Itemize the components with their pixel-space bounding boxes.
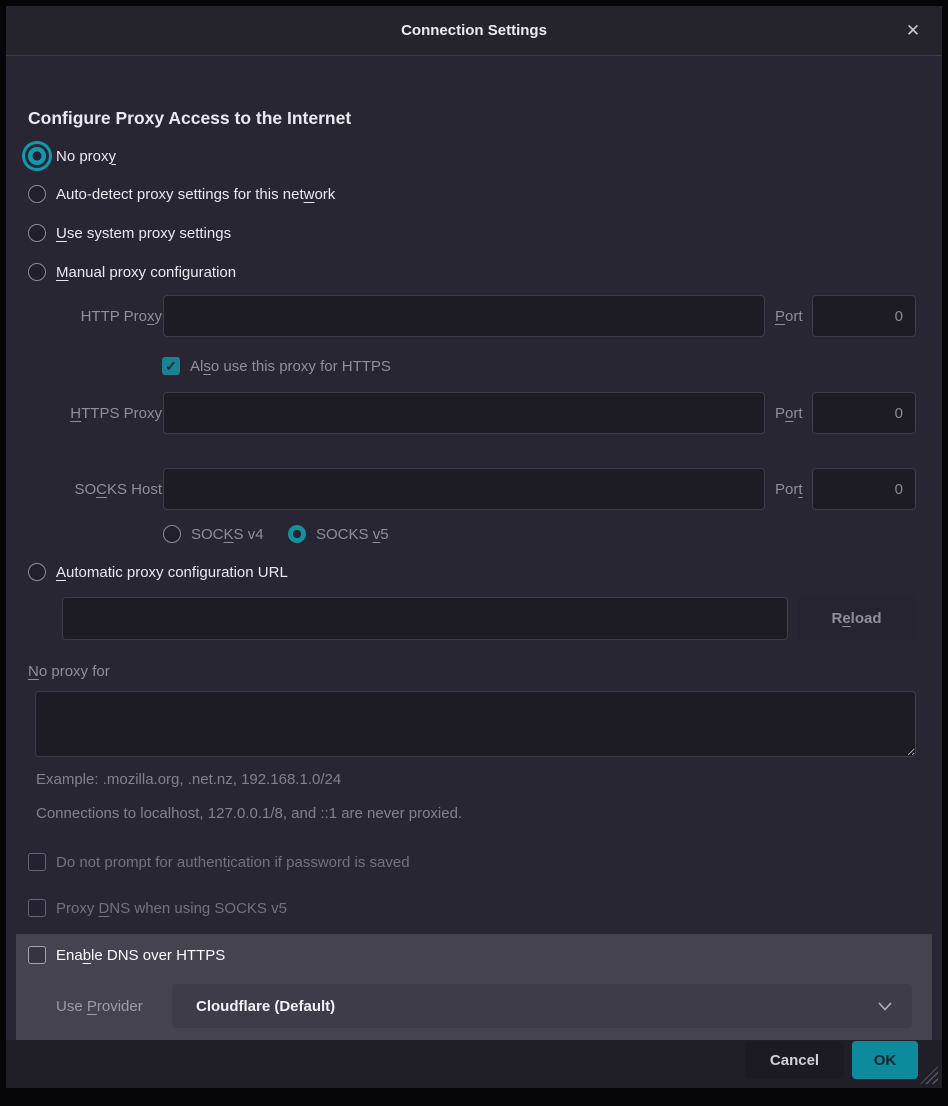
radio-socks-v5[interactable]: SOCKS v5: [288, 522, 389, 546]
https-proxy-label: HTTPS Proxy: [28, 401, 162, 425]
screen: Connection Settings ✕ Configure Proxy Ac…: [0, 0, 948, 1106]
ok-button[interactable]: OK: [852, 1041, 918, 1079]
radio-icon: [28, 563, 46, 581]
radio-system-proxy[interactable]: Use system proxy settings: [28, 221, 231, 245]
cancel-button[interactable]: Cancel: [745, 1041, 844, 1079]
doh-provider-select[interactable]: Cloudflare (Default): [172, 984, 912, 1028]
checkbox-proxy-dns[interactable]: Proxy DNS when using SOCKS v5: [28, 896, 287, 920]
http-proxy-label: HTTP Proxy: [28, 304, 162, 328]
radio-selected-icon: [28, 147, 46, 165]
radio-system-proxy-label: Use system proxy settings: [56, 225, 231, 242]
dialog-title: Connection Settings: [6, 6, 942, 56]
checkbox-unchecked-icon: [28, 946, 46, 964]
checkbox-unchecked-icon: [28, 899, 46, 917]
doh-provider-label: Use Provider: [56, 994, 143, 1018]
auto-config-url-input[interactable]: [62, 597, 788, 640]
https-port-input[interactable]: [812, 392, 916, 434]
radio-icon: [28, 185, 46, 203]
http-proxy-input[interactable]: [163, 295, 765, 337]
checkbox-checked-icon: ✓: [162, 357, 180, 375]
checkbox-proxy-dns-label: Proxy DNS when using SOCKS v5: [56, 900, 287, 917]
radio-no-proxy[interactable]: No proxy: [28, 144, 116, 168]
https-port-label: Port: [775, 401, 803, 425]
checkbox-enable-doh-label: Enable DNS over HTTPS: [56, 947, 225, 964]
radio-socks-v4-label: SOCKS v4: [191, 526, 264, 543]
chevron-down-icon: [878, 1002, 892, 1011]
socks-host-label: SOCKS Host: [28, 477, 162, 501]
checkbox-no-prompt-auth-label: Do not prompt for authentication if pass…: [56, 854, 410, 871]
page-title: Configure Proxy Access to the Internet: [28, 106, 351, 130]
radio-socks-v5-label: SOCKS v5: [316, 526, 389, 543]
socks-host-input[interactable]: [163, 468, 765, 510]
checkbox-also-https[interactable]: ✓ Also use this proxy for HTTPS: [162, 354, 391, 378]
no-proxy-note-text: Connections to localhost, 127.0.0.1/8, a…: [36, 801, 462, 825]
checkbox-no-prompt-auth[interactable]: Do not prompt for authentication if pass…: [28, 850, 410, 874]
radio-auto-detect-label: Auto-detect proxy settings for this netw…: [56, 186, 335, 203]
radio-selected-icon: [288, 525, 306, 543]
connection-settings-dialog: Connection Settings ✕ Configure Proxy Ac…: [6, 6, 942, 1088]
dialog-titlebar: Connection Settings ✕: [6, 6, 942, 56]
radio-socks-v4[interactable]: SOCKS v4: [163, 522, 264, 546]
reload-button[interactable]: Reload: [797, 597, 916, 640]
no-proxy-example-text: Example: .mozilla.org, .net.nz, 192.168.…: [36, 767, 341, 791]
doh-provider-value: Cloudflare (Default): [196, 998, 878, 1015]
checkbox-unchecked-icon: [28, 853, 46, 871]
no-proxy-for-label: No proxy for: [28, 659, 110, 683]
socks-port-label: Port: [775, 477, 803, 501]
radio-icon: [163, 525, 181, 543]
no-proxy-for-textarea[interactable]: [35, 691, 916, 757]
radio-manual-proxy[interactable]: Manual proxy configuration: [28, 260, 236, 284]
radio-no-proxy-label: No proxy: [56, 148, 116, 165]
radio-manual-proxy-label: Manual proxy configuration: [56, 264, 236, 281]
socks-port-input[interactable]: [812, 468, 916, 510]
radio-auto-config-url-label: Automatic proxy configuration URL: [56, 564, 288, 581]
radio-auto-config-url[interactable]: Automatic proxy configuration URL: [28, 560, 288, 584]
checkbox-also-https-label: Also use this proxy for HTTPS: [190, 358, 391, 375]
radio-auto-detect[interactable]: Auto-detect proxy settings for this netw…: [28, 182, 335, 206]
close-icon[interactable]: ✕: [900, 18, 926, 44]
radio-icon: [28, 263, 46, 281]
http-port-input[interactable]: [812, 295, 916, 337]
https-proxy-input[interactable]: [163, 392, 765, 434]
http-port-label: Port: [775, 304, 803, 328]
radio-icon: [28, 224, 46, 242]
checkbox-enable-doh[interactable]: Enable DNS over HTTPS: [28, 943, 225, 967]
